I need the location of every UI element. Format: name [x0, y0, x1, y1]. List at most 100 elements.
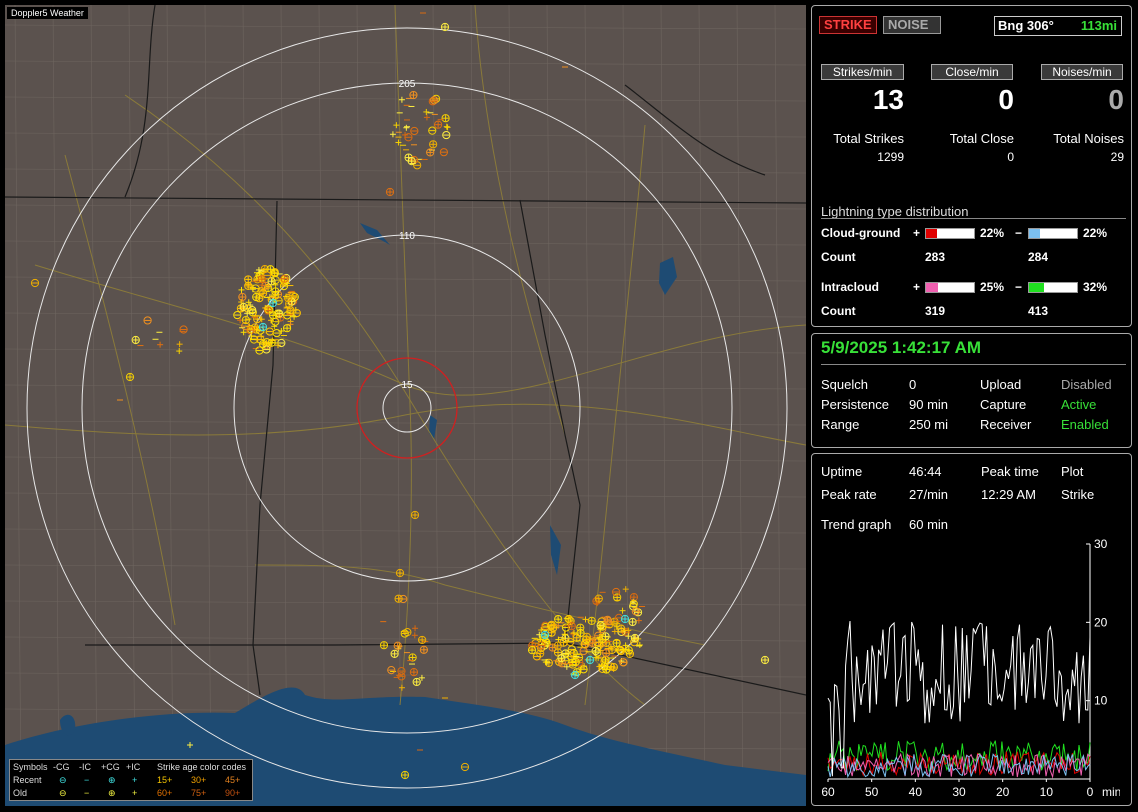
- strike-button[interactable]: STRIKE: [819, 16, 877, 34]
- map-canvas[interactable]: 205 110 15: [5, 5, 806, 806]
- noise-button[interactable]: NOISE: [883, 16, 941, 34]
- strike-marker-442: [157, 341, 164, 348]
- strike-marker-437: [143, 316, 152, 325]
- close-range-ring: [356, 357, 458, 459]
- receiver-value: Enabled: [1061, 417, 1109, 432]
- capture-label: Capture: [980, 397, 1027, 412]
- strike-marker-287: [600, 662, 609, 671]
- recent-minus-cg-icon: ⊖: [59, 775, 67, 785]
- strike-marker-147: [257, 275, 266, 284]
- county-lines: [5, 5, 806, 806]
- age-code-15: 15+: [157, 775, 173, 785]
- cg-plus-fill: [926, 229, 937, 238]
- cg-minus-bar: [1028, 228, 1078, 239]
- strike-marker-320: [557, 654, 566, 663]
- old-minus-cg-icon: ⊖: [59, 788, 67, 798]
- legend-old-row: Old ⊖ − ⊕ + 60+ 75+ 90+: [13, 788, 253, 800]
- noises-per-min-label: Noises/min: [1041, 64, 1123, 80]
- strike-stats-panel: STRIKE NOISE Bng 306° 113mi Strikes/min …: [811, 5, 1132, 327]
- strike-marker-303: [582, 632, 591, 641]
- border-0: [5, 196, 806, 204]
- strike-marker-157: [569, 630, 576, 637]
- range-ring-110: [233, 234, 581, 582]
- roads: [5, 5, 806, 706]
- strike-marker-337: [527, 646, 537, 655]
- strike-marker-441: [176, 341, 183, 348]
- strike-marker-404: [412, 625, 419, 632]
- strike-marker-105: [271, 287, 280, 296]
- recent-plus-cg-icon: ⊕: [108, 775, 116, 785]
- persistence-label: Persistence: [821, 397, 889, 412]
- strike-marker-349: [441, 114, 450, 123]
- strike-marker-463: [570, 670, 580, 680]
- lightning-map[interactable]: 205 110 15 Doppler5 Weather Symbols -CG -I…: [5, 5, 806, 806]
- age-code-90: 90+: [225, 788, 241, 798]
- legend-header-row: Symbols -CG -IC +CG +IC Strike age color…: [13, 762, 253, 774]
- close-per-min-label: Close/min: [931, 64, 1013, 80]
- road-2: [124, 94, 646, 706]
- age-code-45: 45+: [225, 775, 241, 785]
- plot-label: Plot: [1061, 464, 1084, 479]
- cg-minus-count: 284: [1028, 250, 1049, 264]
- strike-marker-341: [423, 114, 430, 121]
- cloud-ground-label: Cloud-ground: [821, 226, 901, 240]
- plot-value[interactable]: Strike: [1061, 487, 1094, 502]
- recent-plus-ic-icon: +: [132, 775, 138, 785]
- total-close-label: Total Close: [949, 131, 1014, 146]
- y-tick-label-20: 20: [1094, 615, 1108, 629]
- strike-marker-49: [233, 310, 242, 320]
- strike-marker-132: [244, 281, 253, 290]
- close-per-min: 0: [998, 84, 1014, 115]
- strike-marker-409: [408, 653, 417, 662]
- strike-marker-462: [585, 655, 595, 665]
- strike-marker-141: [269, 311, 278, 320]
- strike-marker-363: [398, 96, 405, 103]
- age-code-75: 75+: [191, 788, 207, 798]
- cg-plus-bar: [925, 228, 975, 239]
- strike-marker-210: [617, 624, 626, 633]
- ring-label-15: 15: [401, 380, 413, 391]
- strike-marker-94: [270, 269, 279, 278]
- strike-marker-134: [241, 315, 251, 325]
- strike-marker-194: [587, 616, 596, 625]
- strike-marker-371: [409, 90, 418, 100]
- legend-plus-ic: +IC: [126, 762, 141, 772]
- strike-marker-115: [267, 338, 276, 347]
- strike-marker-340: [403, 124, 410, 131]
- range-label: Range: [821, 417, 860, 432]
- total-noises-label: Total Noises: [1053, 131, 1124, 146]
- strike-marker-413: [393, 641, 402, 650]
- strike-marker-449: [125, 372, 135, 382]
- legend-plus-cg: +CG: [101, 762, 120, 772]
- intracloud-label: Intracloud: [821, 280, 880, 294]
- ic-minus-pct: 32%: [1083, 280, 1108, 294]
- strike-marker-440: [176, 348, 183, 355]
- peak-time-label: Peak time: [981, 464, 1039, 479]
- legend-symbols-label: Symbols: [13, 762, 48, 772]
- strike-marker-408: [397, 672, 406, 681]
- strike-marker-352: [426, 148, 435, 157]
- x-tick-label-0: 0: [1087, 785, 1094, 799]
- distribution-title: Lightning type distribution: [821, 204, 969, 219]
- cg-plus-count: 283: [925, 250, 946, 264]
- strike-marker-391: [409, 668, 419, 677]
- strike-marker-346: [443, 123, 450, 130]
- legend-minus-cg: -CG: [53, 762, 70, 772]
- ring-label-205: 205: [399, 79, 416, 90]
- strike-marker-123: [251, 284, 260, 293]
- uptime-label: Uptime: [821, 464, 863, 479]
- ic-plus-fill: [926, 283, 938, 292]
- legend-old-label: Old: [13, 788, 28, 798]
- strike-marker-439: [179, 325, 188, 334]
- upload-label: Upload: [980, 377, 1022, 392]
- lake-3: [659, 257, 677, 295]
- ic-minus-count: 413: [1028, 304, 1049, 318]
- strike-marker-112: [238, 286, 245, 293]
- trend-label: Trend graph: [821, 517, 892, 532]
- strike-marker-390: [411, 632, 418, 639]
- strike-marker-90: [262, 345, 271, 354]
- strike-marker-354: [393, 122, 400, 129]
- strike-marker-301: [579, 665, 588, 674]
- strike-marker-65: [259, 289, 268, 298]
- trend-panel: Uptime 46:44 Peak time Plot Peak rate 27…: [811, 453, 1132, 806]
